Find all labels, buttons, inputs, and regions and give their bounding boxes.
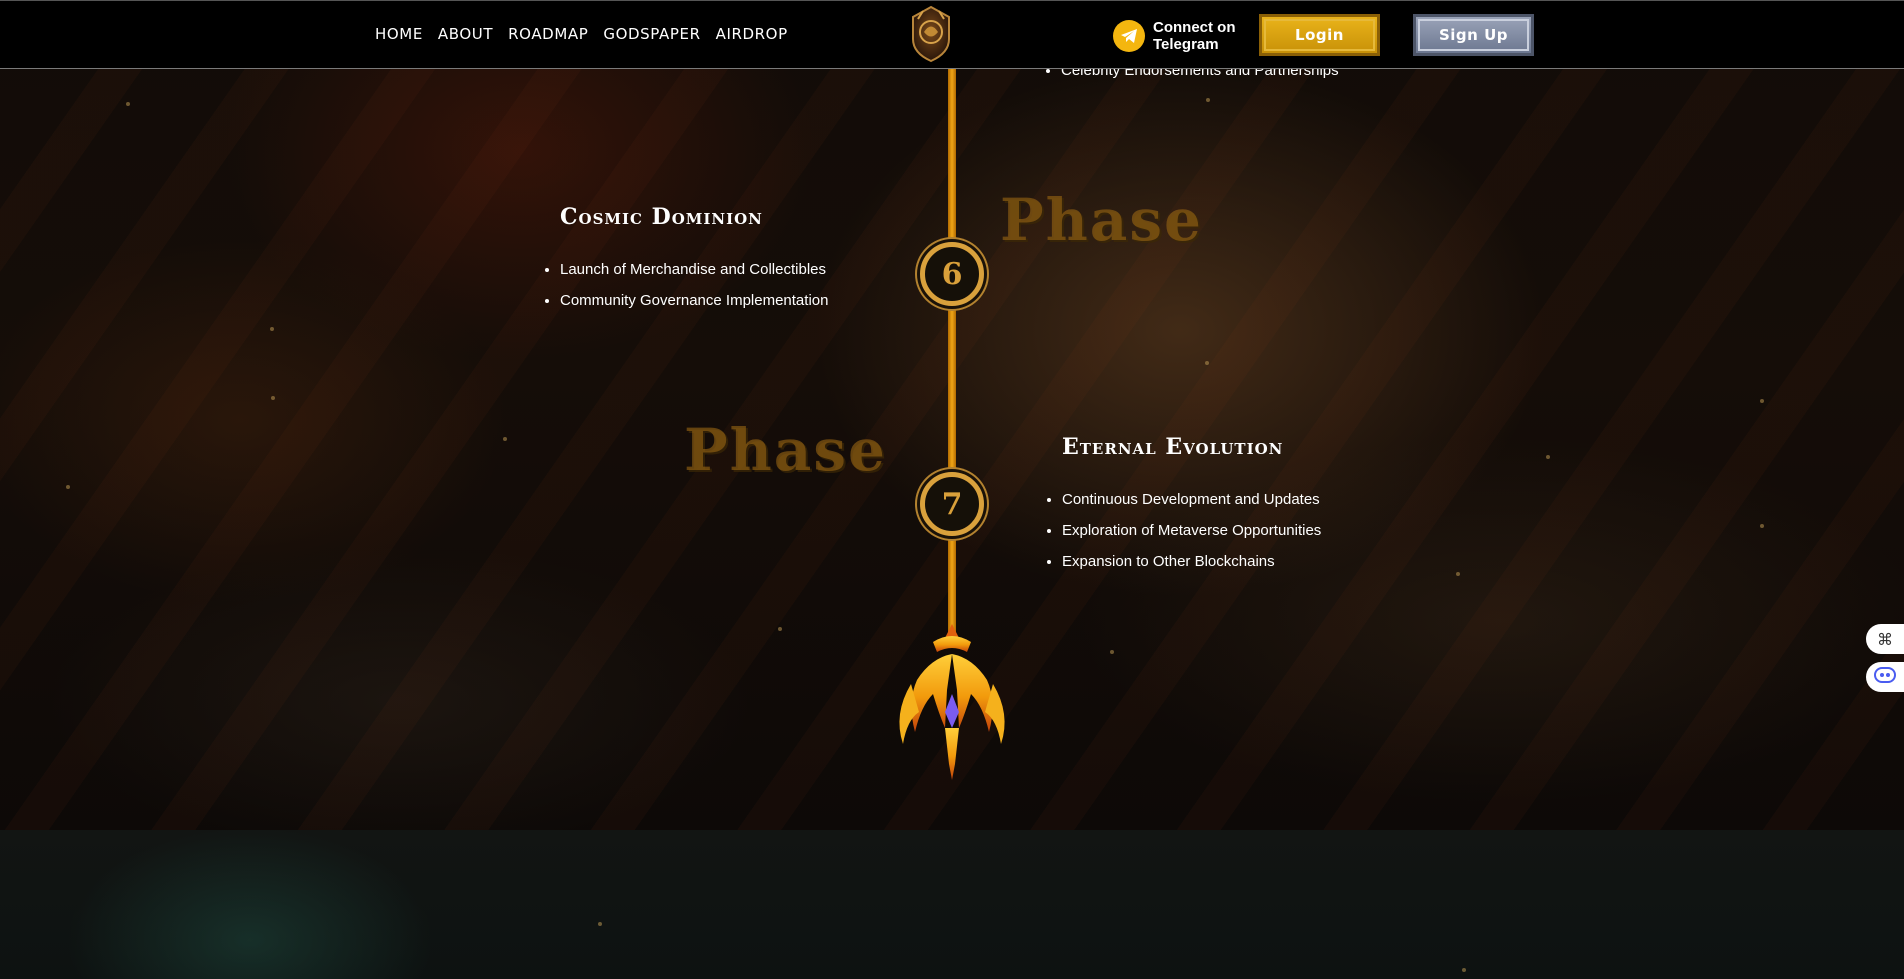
- phase-number-badge: 6: [920, 242, 984, 306]
- phase-watermark: Phase: [684, 416, 887, 484]
- nav-roadmap[interactable]: ROADMAP: [508, 25, 588, 43]
- nav-godspaper[interactable]: GODSPAPER: [603, 25, 700, 43]
- list-item: Exploration of Metaverse Opportunities: [1062, 515, 1321, 546]
- login-button[interactable]: Login: [1259, 14, 1380, 56]
- top-navbar: HOME ABOUT ROADMAP GODSPAPER AIRDROP Con…: [0, 0, 1904, 69]
- telegram-connect[interactable]: Connect on Telegram: [1113, 19, 1236, 53]
- phase-list: Launch of Merchandise and Collectibles C…: [544, 254, 828, 316]
- phase-title: Eternal Evolution: [1062, 434, 1284, 460]
- phase-list: Continuous Development and Updates Explo…: [1046, 484, 1321, 577]
- list-item: Continuous Development and Updates: [1062, 484, 1321, 515]
- phase-title: Cosmic Dominion: [560, 204, 763, 230]
- command-icon: ⌘: [1877, 629, 1893, 649]
- trident-icon: [893, 624, 1011, 780]
- list-item: Community Governance Implementation: [560, 285, 828, 316]
- list-item: Launch of Merchandise and Collectibles: [560, 254, 828, 285]
- footer-band: [0, 830, 1904, 979]
- phase-number-badge: 7: [920, 472, 984, 536]
- telegram-label: Connect on Telegram: [1153, 19, 1236, 53]
- list-item: Expansion to Other Blockchains: [1062, 546, 1321, 577]
- main-nav: HOME ABOUT ROADMAP GODSPAPER AIRDROP: [375, 25, 788, 43]
- nav-home[interactable]: HOME: [375, 25, 423, 43]
- telegram-icon: [1113, 20, 1145, 52]
- signup-button[interactable]: Sign Up: [1413, 14, 1534, 56]
- command-widget-button[interactable]: ⌘: [1866, 624, 1904, 654]
- assistant-icon: [1874, 666, 1896, 689]
- logo-emblem[interactable]: [908, 5, 954, 63]
- nav-airdrop[interactable]: AIRDROP: [716, 25, 788, 43]
- nav-about[interactable]: ABOUT: [438, 25, 493, 43]
- timeline-line: [948, 69, 956, 639]
- phase-watermark: Phase: [1000, 186, 1203, 254]
- assistant-widget-button[interactable]: [1866, 662, 1904, 692]
